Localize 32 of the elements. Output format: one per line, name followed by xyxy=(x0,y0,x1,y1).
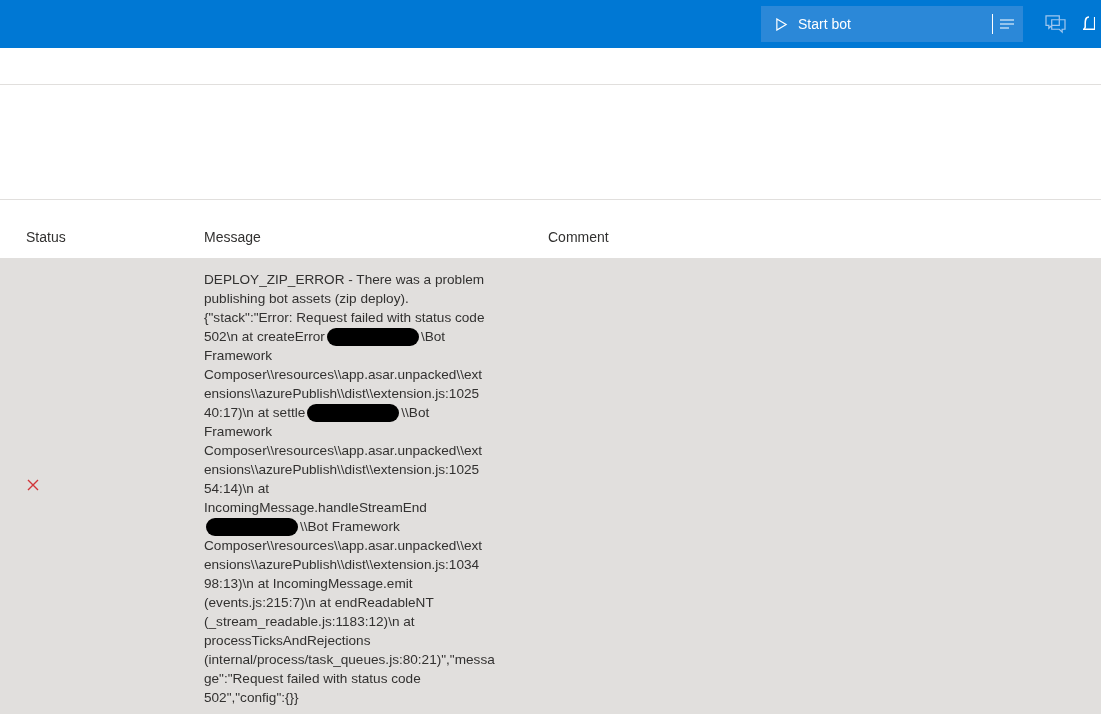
message-line: 98:13)\n at IncomingMessage.emit xyxy=(204,575,413,593)
message-line: \Bot xyxy=(420,328,446,346)
message-line: (internal/process/task_queues.js:80:21)","messa xyxy=(204,651,495,669)
message-line: \\Bot xyxy=(401,404,430,422)
message-line: Framework xyxy=(204,423,272,441)
message-line: IncomingMessage.handleStreamEnd xyxy=(204,499,427,517)
column-header[interactable]: Message xyxy=(204,228,548,245)
chat-icon[interactable] xyxy=(1045,14,1066,34)
column-header[interactable]: Comment xyxy=(548,228,1101,245)
message-line: publishing bot assets (zip deploy). xyxy=(204,290,409,308)
play-icon xyxy=(775,17,788,31)
menu-icon[interactable] xyxy=(999,18,1015,30)
message-line: ensions\\azurePublish\\dist\\extension.js:1034 xyxy=(204,556,480,574)
message-line: Composer\\resources\\app.asar.unpacked\\ext xyxy=(204,442,483,460)
start-bot-button[interactable]: Start bot xyxy=(761,6,1023,42)
message-line: 40:17)\n at settle xyxy=(204,404,306,422)
message-line: Composer\\resources\\app.asar.unpacked\\ext xyxy=(204,366,483,384)
message-line: 54:14)\n at xyxy=(204,480,269,498)
message-line: ge":"Request failed with status code xyxy=(204,670,421,688)
message-line: ensions\\azurePublish\\dist\\extension.js:1025 xyxy=(204,385,480,403)
column-header[interactable]: Status xyxy=(0,228,204,245)
message-line: {"stack":"Error: Request failed with status code xyxy=(204,309,485,327)
message-line: processTicksAndRejections xyxy=(204,632,371,650)
message-line: (_stream_readable.js:1183:12)\n at xyxy=(204,613,415,631)
message-line: Framework xyxy=(204,347,272,365)
message-line: DEPLOY_ZIP_ERROR - There was a problem xyxy=(204,271,485,289)
message-line: 502","config":{}} xyxy=(204,689,299,707)
message-line: Composer\\resources\\app.asar.unpacked\\ext xyxy=(204,537,483,555)
message-line: (events.js:215:7)\n at endReadableNT xyxy=(204,594,434,612)
message-line: ensions\\azurePublish\\dist\\extension.js:1025 xyxy=(204,461,480,479)
message-line: \\Bot Framework xyxy=(300,518,400,536)
message-line: 502\n at createError xyxy=(204,328,325,346)
